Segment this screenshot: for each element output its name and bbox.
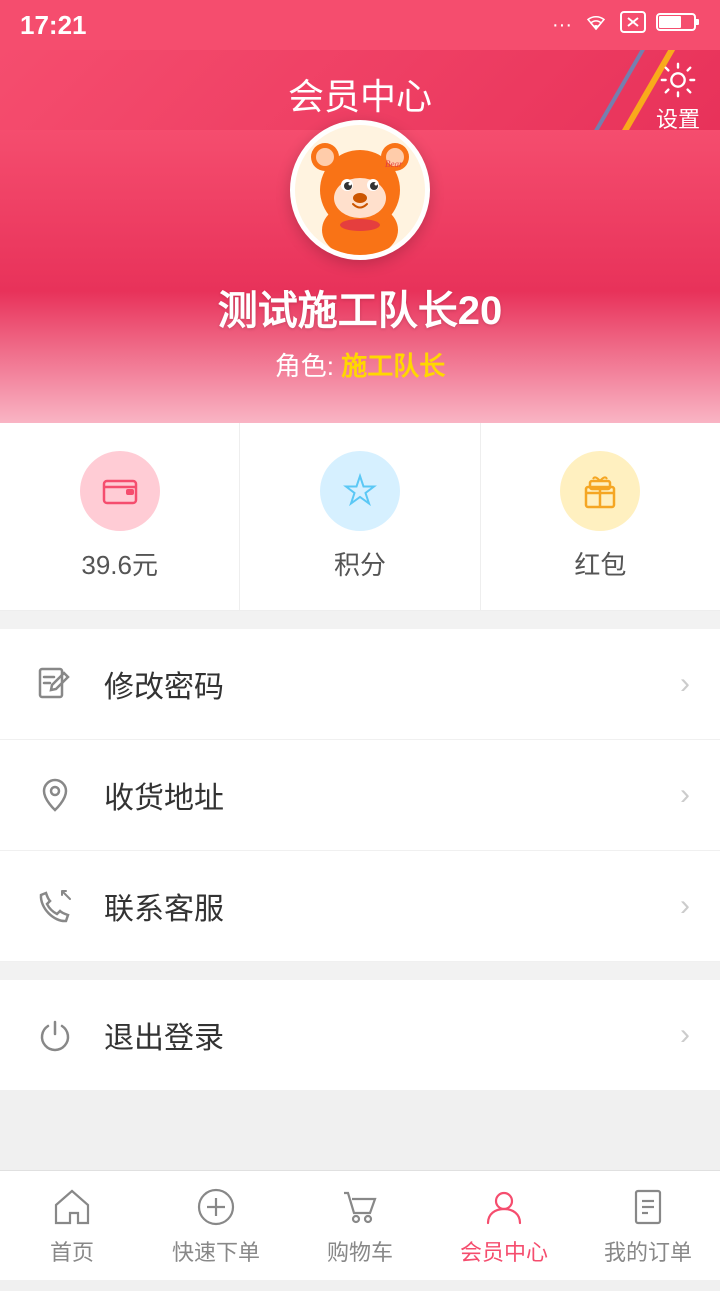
username: 测试施工队长20 [218, 278, 503, 336]
role-row: 角色: 施工队长 [275, 346, 445, 383]
menu-change-password[interactable]: 修改密码 › [0, 629, 720, 740]
status-time: 17:21 [20, 10, 87, 41]
shipping-address-label: 收货地址 [104, 773, 680, 817]
battery-icon [656, 11, 700, 39]
svg-text:Bear: Bear [385, 159, 403, 169]
avatar: Bear [290, 120, 430, 260]
nav-home[interactable]: 首页 [0, 1171, 144, 1280]
settings-button[interactable]: 设置 [656, 60, 700, 130]
arrow-icon-2: › [680, 778, 690, 812]
stat-points[interactable]: 积分 [240, 423, 480, 610]
arrow-icon: › [680, 667, 690, 701]
wifi-icon [582, 11, 610, 39]
nav-member-center[interactable]: 会员中心 [432, 1171, 576, 1280]
nav-quick-order-label: 快速下单 [172, 1235, 260, 1267]
change-password-label: 修改密码 [104, 662, 680, 706]
logout-label: 退出登录 [104, 1013, 680, 1057]
stat-balance-label: 39.6元 [81, 545, 158, 582]
menu-logout[interactable]: 退出登录 › [0, 980, 720, 1091]
stat-redpacket-label: 红包 [574, 545, 626, 582]
role-label: 角色: [275, 351, 341, 381]
wallet-icon-circle [80, 451, 160, 531]
stat-points-label: 积分 [334, 545, 386, 582]
stat-balance[interactable]: 39.6元 [0, 423, 240, 610]
role-value: 施工队长 [341, 351, 445, 381]
status-bar: 17:21 ··· [0, 0, 720, 50]
settings-label: 设置 [656, 102, 700, 130]
star-icon-circle [320, 451, 400, 531]
phone-icon [30, 881, 80, 931]
nav-quick-order[interactable]: 快速下单 [144, 1171, 288, 1280]
nav-home-label: 首页 [50, 1235, 94, 1267]
nav-member-center-label: 会员中心 [460, 1235, 548, 1267]
close-icon [620, 11, 646, 39]
gift-icon-circle [560, 451, 640, 531]
customer-service-label: 联系客服 [104, 884, 680, 928]
location-icon [30, 770, 80, 820]
edit-icon [30, 659, 80, 709]
nav-cart-label: 购物车 [327, 1235, 393, 1267]
nav-my-orders[interactable]: 我的订单 [576, 1171, 720, 1280]
nav-my-orders-label: 我的订单 [604, 1235, 692, 1267]
menu-customer-service[interactable]: 联系客服 › [0, 851, 720, 962]
page-header: 会员中心 设置 [0, 50, 720, 130]
stat-redpacket[interactable]: 红包 [481, 423, 720, 610]
arrow-icon-3: › [680, 889, 690, 923]
menu-section: 修改密码 › 收货地址 › 联系客服 › [0, 629, 720, 962]
logout-section: 退出登录 › [0, 980, 720, 1091]
bottom-nav: 首页 快速下单 购物车 会员中心 我的订 [0, 1170, 720, 1280]
status-icons: ··· [552, 11, 700, 39]
power-icon [30, 1010, 80, 1060]
stats-row: 39.6元 积分 红包 [0, 423, 720, 611]
menu-shipping-address[interactable]: 收货地址 › [0, 740, 720, 851]
profile-section: Bear 测试施工队长20 角色: 施工队长 [0, 130, 720, 423]
arrow-icon-4: › [680, 1018, 690, 1052]
nav-cart[interactable]: 购物车 [288, 1171, 432, 1280]
signal-icon: ··· [552, 14, 572, 37]
